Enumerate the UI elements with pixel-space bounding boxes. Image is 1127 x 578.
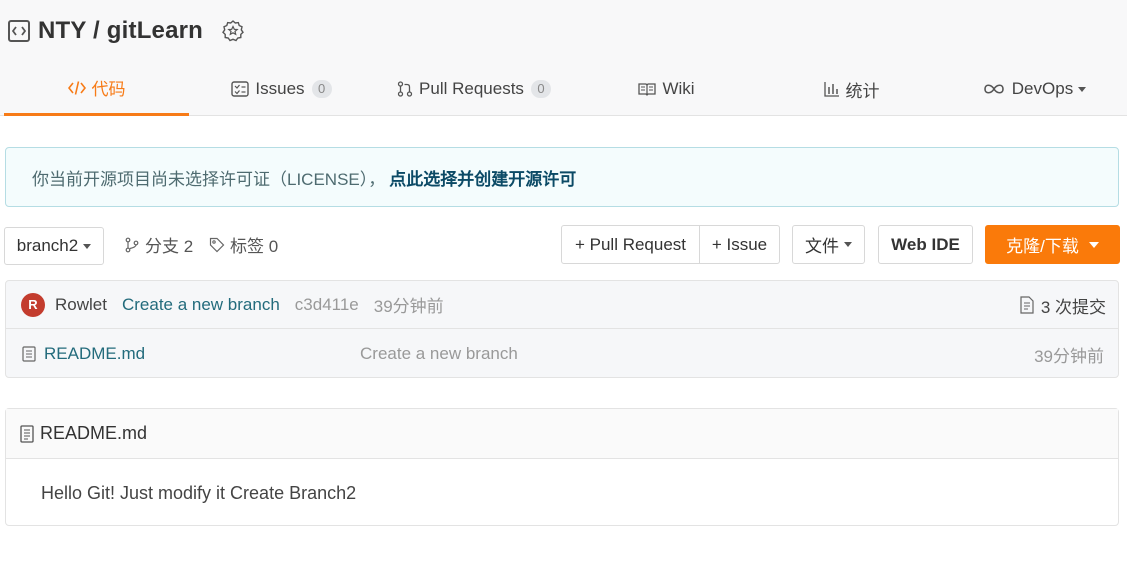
- chevron-down-icon: [1088, 241, 1099, 248]
- file-name-link[interactable]: README.md: [44, 344, 145, 364]
- repo-title-bar: NTY / gitLearn: [8, 16, 245, 46]
- repo-header: NTY / gitLearn 代码 Issues 0 Pull Requests…: [0, 0, 1127, 116]
- tab-issues[interactable]: Issues 0: [189, 62, 374, 116]
- new-issue-label: + Issue: [711, 234, 768, 254]
- bar-chart-icon: [823, 81, 840, 97]
- branch-icon: [124, 237, 140, 253]
- repo-tabs: 代码 Issues 0 Pull Requests 0 Wiki 统计 DevO…: [4, 62, 1124, 116]
- code-icon: [67, 80, 86, 96]
- file-commit-message[interactable]: Create a new branch: [360, 344, 518, 364]
- file-table: R Rowlet Create a new branch c3d411e 39分…: [5, 280, 1119, 378]
- award-badge-icon[interactable]: [221, 19, 245, 43]
- readme-panel: README.md Hello Git! Just modify it Crea…: [5, 408, 1119, 526]
- repo-code-icon: [8, 20, 30, 42]
- commits-count-link[interactable]: 3 次提交: [1019, 281, 1106, 329]
- tab-stats[interactable]: 统计: [759, 62, 944, 116]
- tab-pull-requests[interactable]: Pull Requests 0: [374, 62, 574, 116]
- commit-message-link[interactable]: Create a new branch: [122, 295, 280, 315]
- chevron-down-icon: [844, 242, 852, 247]
- commit-author[interactable]: Rowlet: [55, 295, 107, 315]
- pull-requests-count-badge: 0: [530, 80, 551, 98]
- file-commit-time: 39分钟前: [1034, 346, 1104, 366]
- choose-license-link[interactable]: 点此选择并创建开源许可: [389, 165, 576, 190]
- clone-download-label: 克隆/下载: [1006, 237, 1079, 256]
- readme-title: README.md: [40, 423, 148, 443]
- tab-wiki[interactable]: Wiki: [574, 62, 759, 116]
- branches-link[interactable]: 分支 2: [124, 225, 193, 264]
- chevron-down-icon: [83, 243, 92, 249]
- web-ide-button[interactable]: Web IDE: [878, 225, 973, 264]
- infinity-icon: [982, 83, 1006, 95]
- tab-devops-label: DevOps: [1011, 79, 1074, 98]
- branches-label: 分支 2: [145, 237, 194, 256]
- latest-commit-row: R Rowlet Create a new branch c3d411e 39分…: [6, 281, 1118, 329]
- repo-toolbar: branch2 分支 2 标签 0 + Pull Request + Issue…: [4, 225, 1120, 265]
- web-ide-label: Web IDE: [891, 234, 960, 254]
- tag-icon: [209, 237, 225, 253]
- tags-link[interactable]: 标签 0: [209, 225, 278, 264]
- tags-label: 标签 0: [230, 237, 279, 256]
- commits-history-icon: [1019, 296, 1035, 314]
- tab-issues-label: Issues: [255, 79, 305, 98]
- avatar[interactable]: R: [21, 292, 45, 317]
- license-notice: 你当前开源项目尚未选择许可证（LICENSE）， 点此选择并创建开源许可: [5, 147, 1119, 207]
- tab-code-label: 代码: [91, 80, 126, 99]
- new-issue-button[interactable]: + Issue: [699, 225, 780, 264]
- list-item: README.md Create a new branch 39分钟前: [6, 330, 1118, 378]
- tab-wiki-label: Wiki: [662, 79, 695, 98]
- issues-count-badge: 0: [311, 80, 332, 98]
- chevron-down-icon: [1078, 86, 1087, 92]
- clone-download-button[interactable]: 克隆/下载: [985, 225, 1120, 264]
- file-icon: [22, 346, 36, 362]
- file-menu-label: 文件: [805, 237, 839, 256]
- new-pull-request-label: + Pull Request: [574, 234, 687, 254]
- commit-sha-link[interactable]: c3d411e: [295, 295, 359, 315]
- license-notice-text: 你当前开源项目尚未选择许可证（LICENSE），: [32, 169, 386, 189]
- tab-code[interactable]: 代码: [4, 62, 189, 116]
- branch-select-value: branch2: [16, 236, 79, 255]
- tab-devops[interactable]: DevOps: [944, 62, 1124, 116]
- file-menu-button[interactable]: 文件: [792, 225, 865, 264]
- tab-pull-requests-label: Pull Requests: [419, 79, 524, 98]
- pull-request-icon: [397, 81, 413, 97]
- new-pull-request-button[interactable]: + Pull Request: [561, 225, 700, 264]
- readme-file-icon: [20, 424, 34, 443]
- commits-count-label: 3 次提交: [1040, 297, 1106, 317]
- repo-name-link[interactable]: NTY / gitLearn: [38, 17, 203, 45]
- branch-select[interactable]: branch2: [4, 227, 104, 265]
- wiki-book-icon: [638, 82, 657, 96]
- issues-icon: [231, 81, 250, 97]
- readme-header: README.md: [6, 409, 1118, 459]
- tab-stats-label: 统计: [845, 81, 880, 101]
- commit-time: 39分钟前: [373, 297, 444, 316]
- readme-content: Hello Git! Just modify it Create Branch2: [41, 483, 357, 503]
